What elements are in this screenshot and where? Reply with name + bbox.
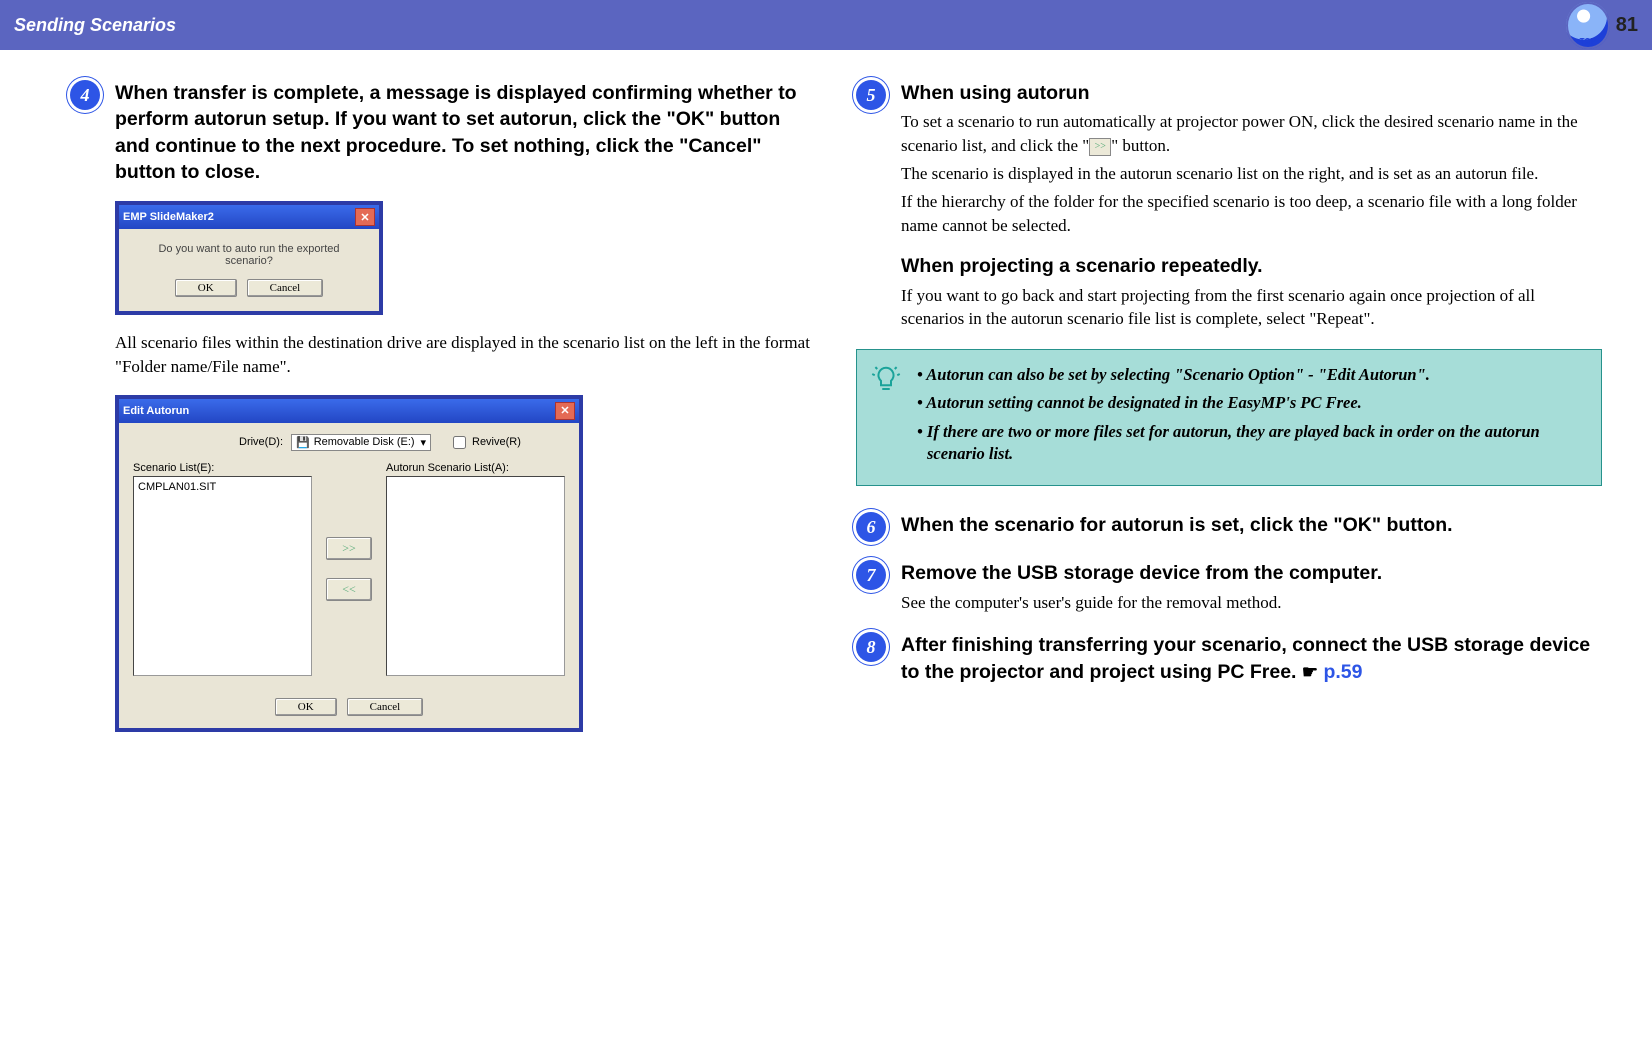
right-column: 5 When using autorun To set a scenario t…: [856, 80, 1602, 766]
page-header: Sending Scenarios TOP 81: [0, 0, 1652, 50]
tip-item: Autorun can also be set by selecting "Sc…: [927, 364, 1583, 386]
step-5-title: When using autorun: [901, 80, 1602, 106]
step-4: 4 When transfer is complete, a message i…: [70, 80, 816, 748]
cancel-button[interactable]: Cancel: [247, 279, 324, 297]
dialog-message: Do you want to auto run the exported sce…: [135, 243, 363, 267]
move-right-button[interactable]: >>: [326, 537, 372, 560]
step-5-p2: The scenario is displayed in the autorun…: [901, 162, 1602, 186]
figure-edit-autorun: Edit Autorun ✕ Drive(D): 💾 Removable Dis…: [115, 395, 583, 732]
step-5-p1: To set a scenario to run automatically a…: [901, 110, 1602, 158]
step-number-8: 8: [856, 632, 886, 662]
dialog-title: Edit Autorun: [123, 405, 189, 417]
step-4-text: All scenario files within the destinatio…: [115, 331, 816, 379]
autorun-listbox[interactable]: [386, 476, 565, 676]
step-5: 5 When using autorun To set a scenario t…: [856, 80, 1602, 331]
tip-item: If there are two or more files set for a…: [927, 421, 1583, 466]
close-icon[interactable]: ✕: [555, 402, 575, 420]
ok-button[interactable]: OK: [275, 698, 337, 716]
step-number-7: 7: [856, 560, 886, 590]
step-5-subhead: When projecting a scenario repeatedly.: [901, 253, 1602, 279]
drive-label: Drive(D):: [133, 436, 283, 448]
dialog-title: EMP SlideMaker2: [123, 211, 214, 223]
step-number-5: 5: [856, 80, 886, 110]
lightbulb-icon: [871, 364, 901, 394]
left-column: 4 When transfer is complete, a message i…: [70, 80, 816, 766]
disk-icon: 💾: [296, 436, 310, 449]
step-number-6: 6: [856, 512, 886, 542]
step-7-title: Remove the USB storage device from the c…: [901, 560, 1602, 586]
ok-button[interactable]: OK: [175, 279, 237, 297]
step-8: 8 After finishing transferring your scen…: [856, 632, 1602, 685]
page-link[interactable]: p.59: [1323, 661, 1362, 683]
tip-item: Autorun setting cannot be designated in …: [927, 392, 1583, 414]
step-6: 6 When the scenario for autorun is set, …: [856, 512, 1602, 542]
step-7-text: See the computer's user's guide for the …: [901, 591, 1602, 615]
chevron-down-icon: ▾: [420, 436, 426, 449]
close-icon[interactable]: ✕: [355, 208, 375, 226]
move-right-icon: >>: [1089, 138, 1111, 156]
move-left-button[interactable]: <<: [326, 578, 372, 601]
list-item[interactable]: CMPLAN01.SIT: [138, 481, 307, 493]
content: 4 When transfer is complete, a message i…: [0, 50, 1652, 796]
step-5-p3: If the hierarchy of the folder for the s…: [901, 190, 1602, 238]
step-5-p4: If you want to go back and start project…: [901, 284, 1602, 332]
figure-autorun-confirm: EMP SlideMaker2 ✕ Do you want to auto ru…: [115, 201, 383, 315]
step-number-4: 4: [70, 80, 100, 110]
step-7: 7 Remove the USB storage device from the…: [856, 560, 1602, 614]
step-8-title: After finishing transferring your scenar…: [901, 632, 1602, 685]
page-number: 81: [1616, 14, 1638, 37]
scenario-list-label: Scenario List(E):: [133, 462, 312, 474]
drive-select[interactable]: 💾 Removable Disk (E:) ▾: [291, 434, 431, 451]
scenario-listbox[interactable]: CMPLAN01.SIT: [133, 476, 312, 676]
autorun-list-label: Autorun Scenario List(A):: [386, 462, 565, 474]
step-4-title: When transfer is complete, a message is …: [115, 80, 816, 185]
revive-checkbox[interactable]: Revive(R): [449, 433, 521, 452]
step-6-title: When the scenario for autorun is set, cl…: [901, 512, 1602, 538]
top-icon[interactable]: TOP: [1566, 2, 1610, 49]
pointer-icon: ☛: [1302, 662, 1318, 682]
cancel-button[interactable]: Cancel: [347, 698, 424, 716]
tip-box: Autorun can also be set by selecting "Sc…: [856, 349, 1602, 486]
page-title: Sending Scenarios: [14, 15, 176, 36]
